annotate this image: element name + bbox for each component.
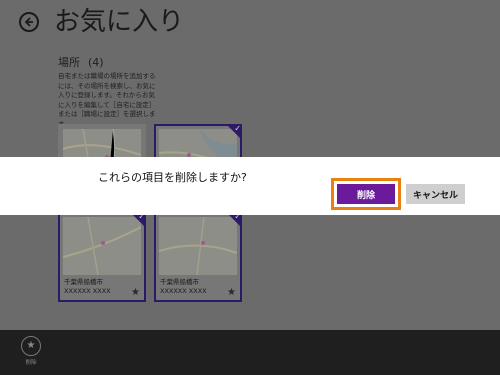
favorite-tile[interactable]: 千葉県船橋市XXXXXX XXXX ★ ✓ bbox=[154, 212, 242, 302]
star-remove-icon: ★ bbox=[21, 336, 41, 356]
star-icon: ★ bbox=[131, 287, 140, 298]
app-bar-delete-button[interactable]: ★ 削除 bbox=[16, 336, 46, 372]
star-icon: ★ bbox=[227, 287, 236, 298]
dialog-message: これらの項目を削除しますか? bbox=[98, 171, 247, 184]
section-count: (4) bbox=[88, 56, 104, 69]
back-arrow-icon bbox=[24, 17, 33, 27]
page-title: お気に入り bbox=[54, 7, 185, 37]
tile-caption: 千葉県船橋市XXXXXX XXXX bbox=[64, 278, 111, 295]
section-heading: 場所 (4) bbox=[58, 54, 104, 70]
cancel-button[interactable]: キャンセル bbox=[406, 184, 465, 204]
app-bar: ★ 削除 bbox=[0, 330, 500, 375]
back-button[interactable] bbox=[19, 12, 39, 32]
app-bar-delete-label: 削除 bbox=[25, 360, 37, 366]
tile-caption: 千葉県船橋市XXXXXX XXXX bbox=[160, 278, 207, 295]
section-title: 場所 bbox=[58, 56, 80, 69]
help-text: 自宅または職場の場所を追加するには、その場所を検索し、お気に入りに登録します。そ… bbox=[58, 72, 156, 128]
favorite-tile[interactable]: 千葉県船橋市XXXXXX XXXX ★ ✓ bbox=[58, 212, 146, 302]
selected-check-icon: ✓ bbox=[226, 124, 242, 140]
delete-button[interactable]: 削除 bbox=[337, 184, 395, 204]
